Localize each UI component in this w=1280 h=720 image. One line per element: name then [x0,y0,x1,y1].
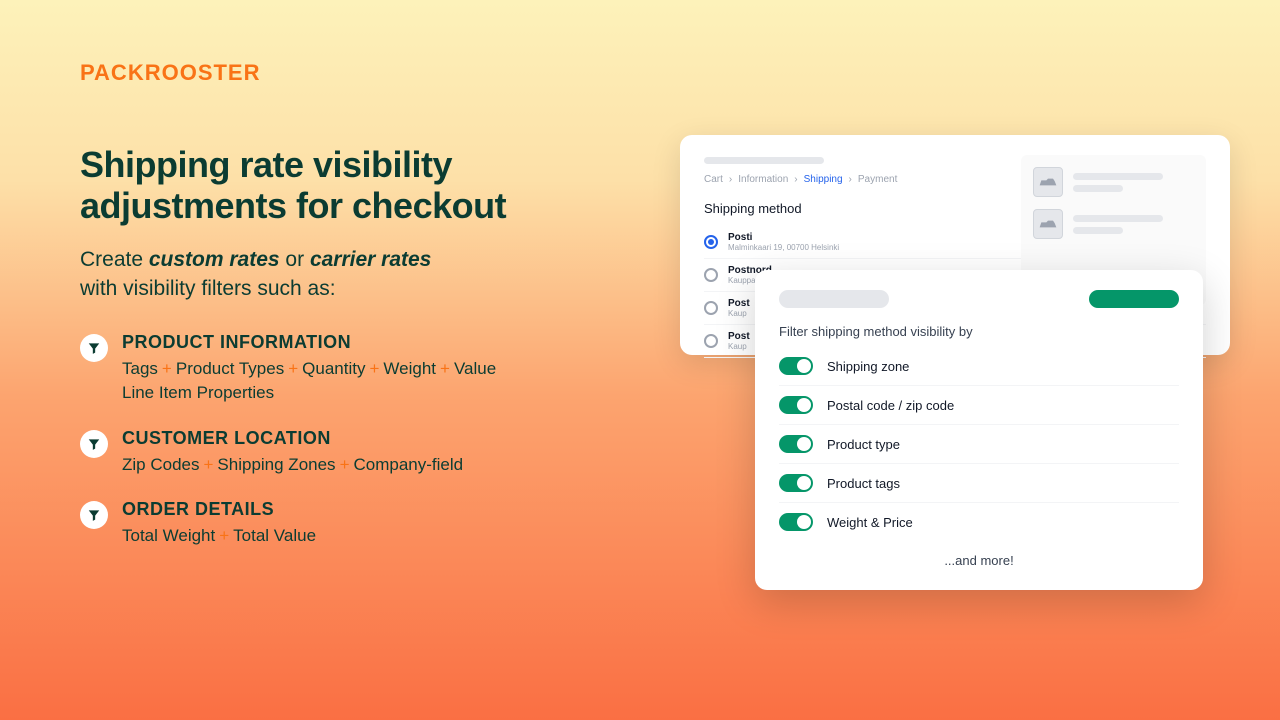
toggle-switch[interactable] [779,396,813,414]
filter-panel-title: Filter shipping method visibility by [779,324,1179,339]
radio-icon[interactable] [704,301,718,315]
cart-thumbnail [1033,167,1063,197]
filters-more-label: ...and more! [779,541,1179,572]
filter-icon [80,334,108,362]
skeleton-line [704,157,824,164]
radio-icon[interactable] [704,268,718,282]
toggle-switch[interactable] [779,357,813,375]
filter-label: Product tags [827,476,900,491]
filter-row: Product tags [779,464,1179,503]
filter-label: Postal code / zip code [827,398,954,413]
toggle-switch[interactable] [779,435,813,453]
filter-row: Product type [779,425,1179,464]
brand-logo: PACKROOSTER [80,60,261,86]
filter-row: Weight & Price [779,503,1179,541]
headline: Shipping rate visibility adjustments for… [80,144,640,227]
breadcrumb-item[interactable]: Cart [704,174,723,185]
breadcrumb-item[interactable]: Shipping [804,174,843,185]
filter-icon [80,430,108,458]
feature-desc: Tags+Product Types+Quantity+Weight+Value… [122,357,640,406]
save-button[interactable] [1089,290,1179,308]
radio-icon[interactable] [704,235,718,249]
filter-row: Shipping zone [779,347,1179,386]
filter-row: Postal code / zip code [779,386,1179,425]
feature-desc: Total Weight+Total Value [122,524,640,549]
marketing-copy: Shipping rate visibility adjustments for… [80,144,640,571]
cart-thumbnail [1033,209,1063,239]
subheadline: Create custom rates or carrier rates wit… [80,245,640,304]
filter-label: Shipping zone [827,359,909,374]
toggle-switch[interactable] [779,474,813,492]
feature-title: CUSTOMER LOCATION [122,428,640,449]
filter-icon [80,501,108,529]
filter-settings-card: Filter shipping method visibility by Shi… [755,270,1203,590]
feature-desc: Zip Codes+Shipping Zones+Company-field [122,453,640,478]
radio-icon[interactable] [704,334,718,348]
toggle-switch[interactable] [779,513,813,531]
breadcrumb-item[interactable]: Information [738,174,788,185]
filter-label: Weight & Price [827,515,913,530]
breadcrumb-item[interactable]: Payment [858,174,897,185]
filter-label: Product type [827,437,900,452]
feature-title: ORDER DETAILS [122,499,640,520]
feature-title: PRODUCT INFORMATION [122,332,640,353]
skeleton-pill [779,290,889,308]
